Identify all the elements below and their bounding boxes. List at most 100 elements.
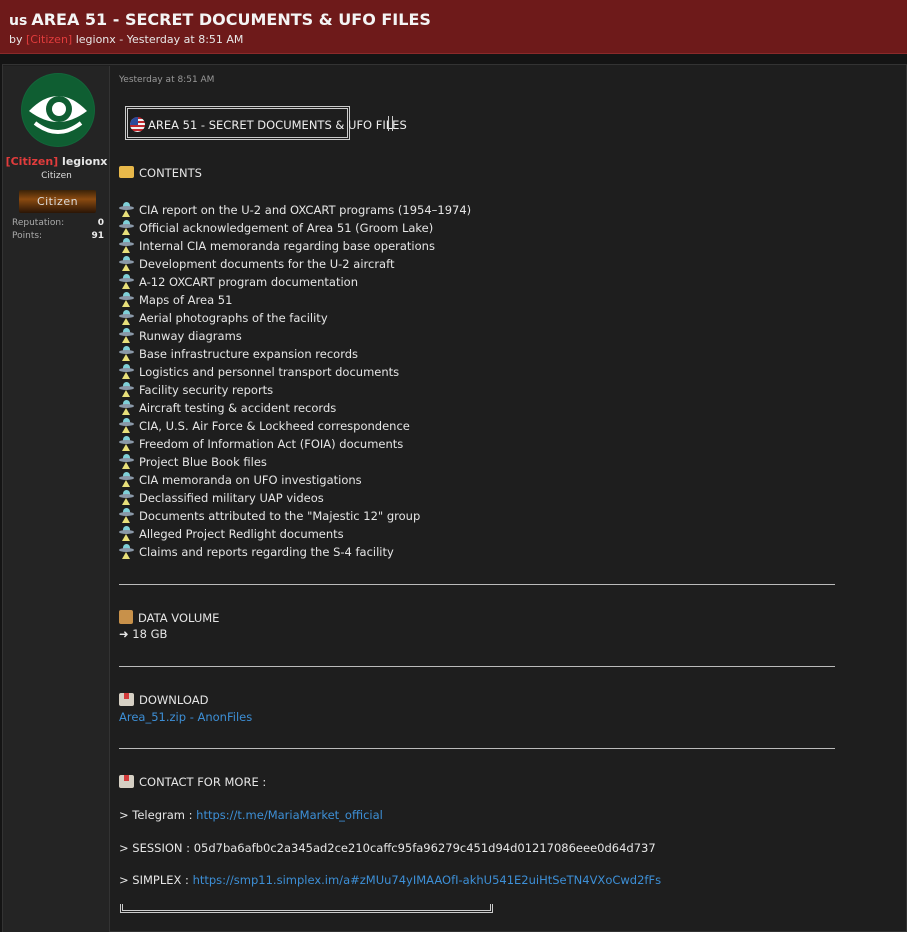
download-link[interactable]: Area_51.zip - AnonFiles [119,710,252,724]
box-title-text: AREA 51 - SECRET DOCUMENTS & UFO FILES [148,118,407,132]
list-item-text: Maps of Area 51 [139,293,233,307]
list-item: A-12 OXCART program documentation [119,274,358,289]
avatar[interactable] [21,73,95,147]
bottom-frame [120,904,493,913]
list-item-text: Documents attributed to the "Majestic 12… [139,509,421,523]
download-heading-text: DOWNLOAD [139,693,209,707]
thread-byline: by [Citizen] legionx - Yesterday at 8:51… [9,33,243,46]
box-title-line: AREA 51 - SECRET DOCUMENTS & UFO FILES [130,117,407,132]
thread-time[interactable]: Yesterday at 8:51 AM [127,33,244,46]
thread-header: us AREA 51 - SECRET DOCUMENTS & UFO FILES… [0,0,907,54]
list-item: CIA report on the U-2 and OXCART program… [119,202,471,217]
divider [119,748,835,749]
post-date[interactable]: Yesterday at 8:51 AM [119,75,214,85]
ufo-icon [119,508,134,523]
envelope-icon [119,775,134,788]
ufo-icon [119,472,134,487]
stat-value: 91 [91,231,104,241]
session-line: > SESSION : 05d7ba6afb0c2a345ad2ce210caf… [119,841,656,855]
eye-icon [22,74,94,146]
download-heading: DOWNLOAD [119,693,208,707]
folder-icon [119,166,134,178]
telegram-label: > Telegram : [119,808,193,822]
ufo-icon [119,202,134,217]
list-item-text: CIA report on the U-2 and OXCART program… [139,203,472,217]
list-item-text: Aircraft testing & accident records [139,401,337,415]
user-rank: [Citizen] [5,155,59,168]
list-item: Documents attributed to the "Majestic 12… [119,508,420,523]
telegram-line: > Telegram : https://t.me/MariaMarket_of… [119,808,383,822]
list-item: Base infrastructure expansion records [119,346,358,361]
stat-value: 0 [97,218,104,228]
thread-title: us AREA 51 - SECRET DOCUMENTS & UFO FILES [9,10,431,29]
us-flag-icon [130,117,145,132]
ufo-icon [119,418,134,433]
list-item-text: Official acknowledgement of Area 51 (Gro… [139,221,434,235]
list-item-text: Freedom of Information Act (FOIA) docume… [139,437,404,451]
list-item-text: Runway diagrams [139,329,242,343]
list-item: Alleged Project Redlight documents [119,526,344,541]
simplex-label: > SIMPLEX : [119,873,189,887]
divider [119,584,835,585]
list-item-text: Aerial photographs of the facility [139,311,328,325]
list-item: Declassified military UAP videos [119,490,324,505]
list-item-text: Declassified military UAP videos [139,491,324,505]
ufo-icon [119,544,134,559]
contents-heading: CONTENTS [119,166,202,180]
user-title: Citizen [41,171,72,181]
list-item-text: CIA memoranda on UFO investigations [139,473,362,487]
volume-heading: DATA VOLUME [119,610,219,625]
stat-label: Points: [12,231,43,241]
list-item: CIA memoranda on UFO investigations [119,472,362,487]
list-item: Maps of Area 51 [119,292,232,307]
volume-value: ➜ 18 GB [119,627,168,641]
ufo-icon [119,454,134,469]
ufo-icon [119,274,134,289]
list-item-text: Facility security reports [139,383,274,397]
list-item: Internal CIA memoranda regarding base op… [119,238,435,253]
ufo-icon [119,436,134,451]
ufo-icon [119,238,134,253]
by-prefix: by [9,33,23,46]
list-item: Aerial photographs of the facility [119,310,328,325]
user-name[interactable]: [Citizen] legionx [3,155,110,168]
simplex-line: > SIMPLEX : https://smp11.simplex.im/a#z… [119,873,661,887]
list-item-text: Development documents for the U-2 aircra… [139,257,395,271]
inbox-tray-icon [119,693,134,706]
ufo-icon [119,256,134,271]
list-item-text: Logistics and personnel transport docume… [139,365,400,379]
list-item-text: Alleged Project Redlight documents [139,527,344,541]
list-item: Aircraft testing & accident records [119,400,336,415]
list-item: Logistics and personnel transport docume… [119,364,399,379]
list-item: Facility security reports [119,382,273,397]
ufo-icon [119,490,134,505]
ufo-icon [119,526,134,541]
list-item-text: Project Blue Book files [139,455,267,469]
list-item: Project Blue Book files [119,454,267,469]
simplex-link[interactable]: https://smp11.simplex.im/a#zMUu74yIMAAOf… [193,873,661,887]
contact-heading: CONTACT FOR MORE : [119,775,266,789]
author-name[interactable]: legionx [76,33,116,46]
telegram-link[interactable]: https://t.me/MariaMarket_official [196,808,383,822]
post-box-title: AREA 51 - SECRET DOCUMENTS & UFO FILES [120,106,407,140]
ufo-icon [119,220,134,235]
list-item: Runway diagrams [119,328,242,343]
thread-title-text: AREA 51 - SECRET DOCUMENTS & UFO FILES [31,10,431,29]
stat-label: Reputation: [12,218,65,228]
list-item-text: Claims and reports regarding the S-4 fac… [139,545,394,559]
author-rank[interactable]: [Citizen] [26,33,72,46]
us-flag-icon: us [9,13,28,29]
contact-heading-text: CONTACT FOR MORE : [139,775,267,789]
user-name-text: legionx [62,155,108,168]
list-item-text: Internal CIA memoranda regarding base op… [139,239,435,253]
ufo-icon [119,346,134,361]
list-item-text: Base infrastructure expansion records [139,347,359,361]
ufo-icon [119,292,134,307]
stat-points: Points: 91 [12,231,104,241]
title-endbar [388,116,393,131]
ufo-icon [119,400,134,415]
list-item: Official acknowledgement of Area 51 (Gro… [119,220,433,235]
package-icon [119,610,133,624]
list-item-text: A-12 OXCART program documentation [139,275,358,289]
list-item: Development documents for the U-2 aircra… [119,256,394,271]
